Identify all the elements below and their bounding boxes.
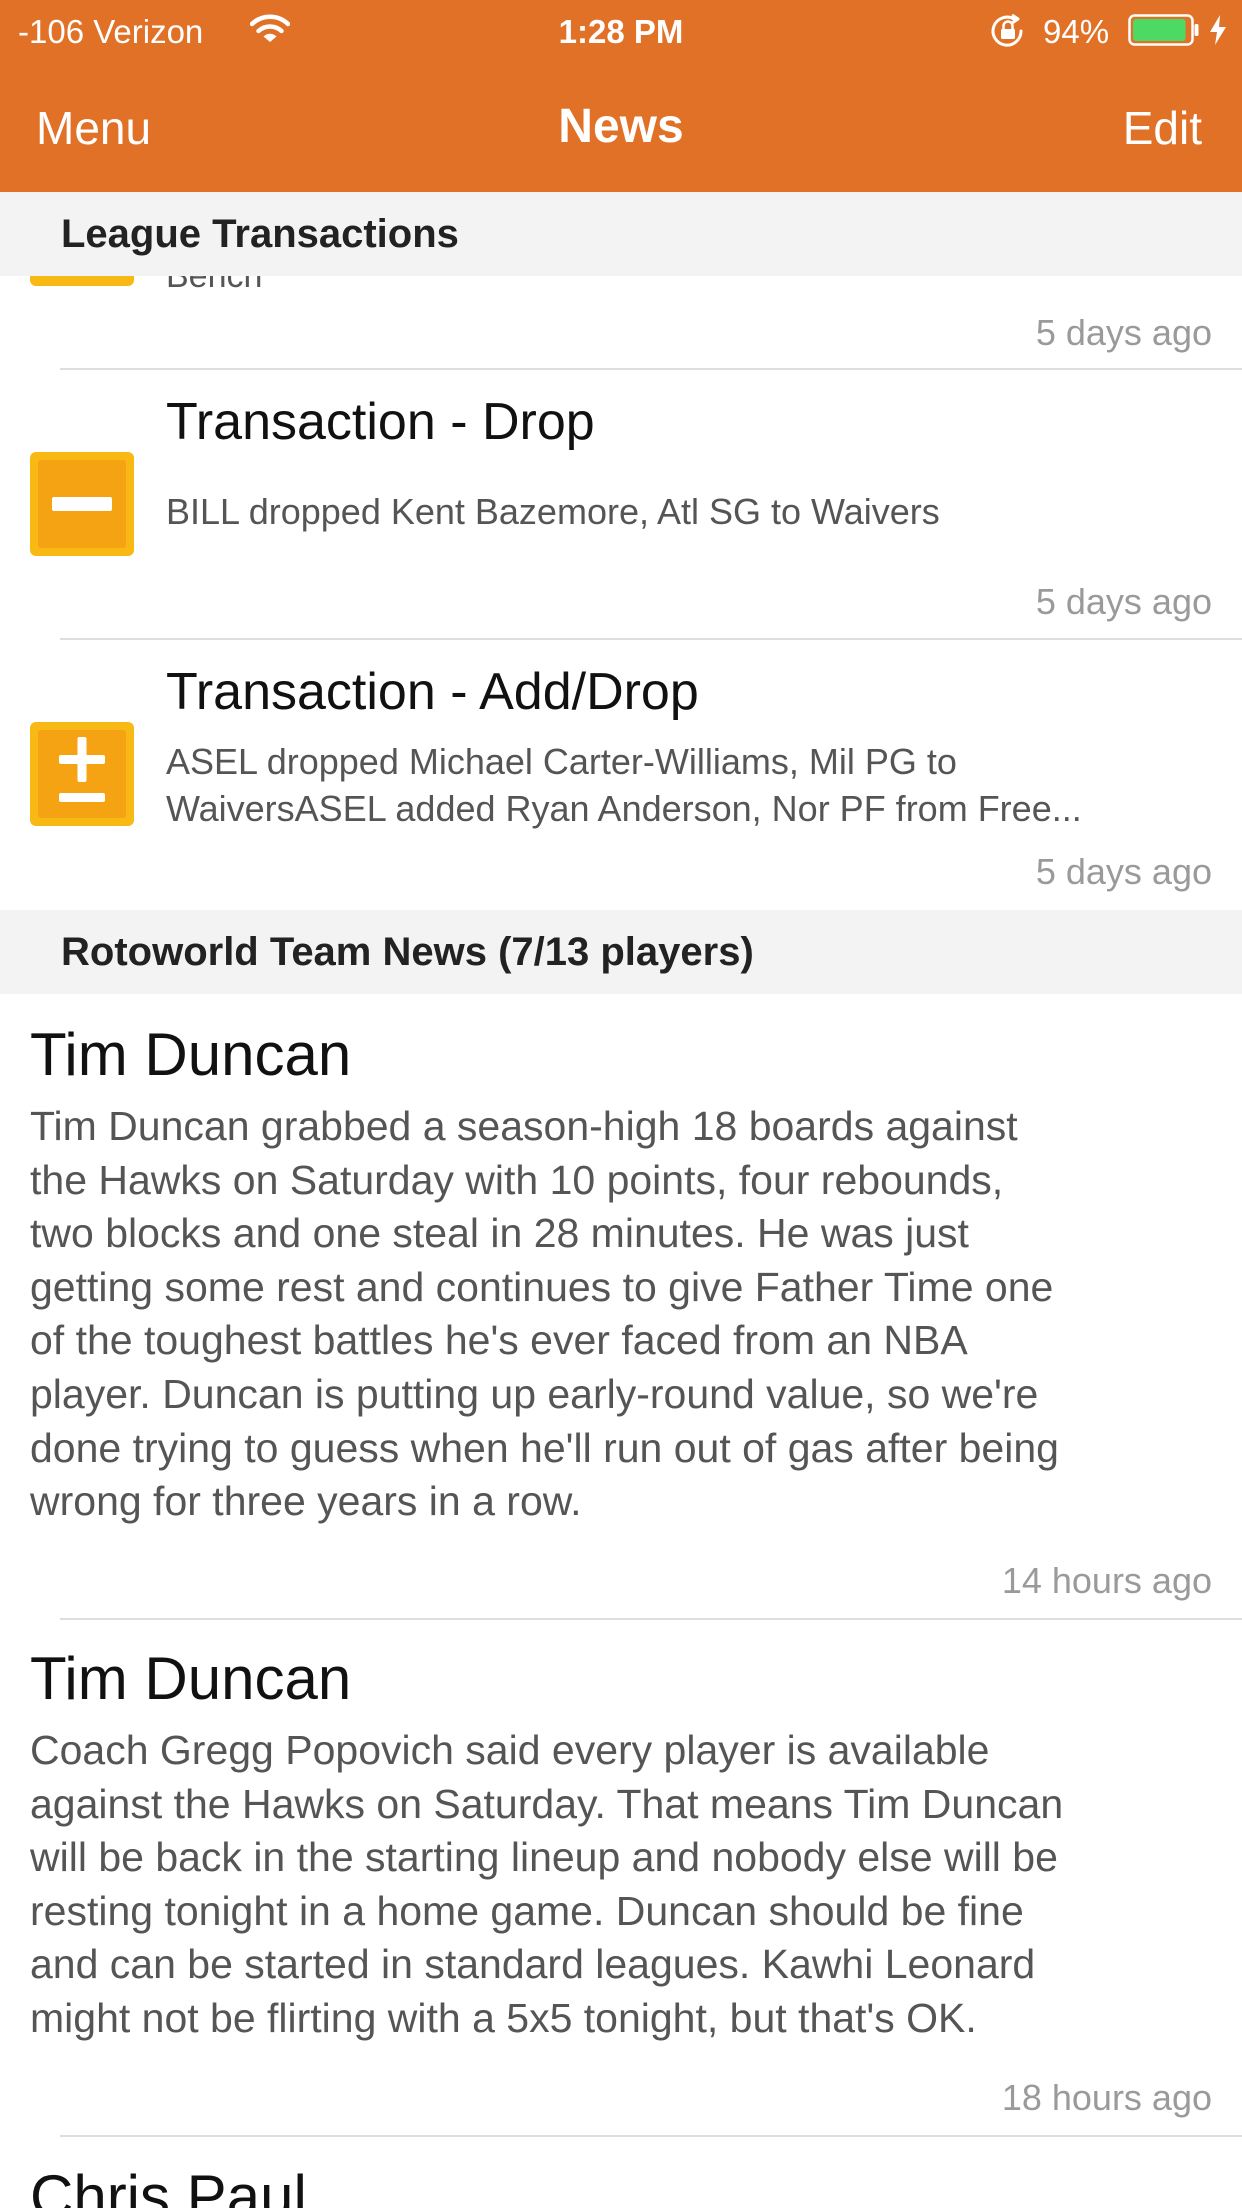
news-line: might not be flirting with a 5x5 tonight… (30, 1994, 977, 2041)
battery-percent-label: 94% (1043, 13, 1110, 50)
transaction-time: 5 days ago (1035, 312, 1212, 353)
news-line: resting tonight in a home game. Duncan s… (30, 1887, 1024, 1934)
player-name: Chris Paul (30, 2163, 307, 2208)
news-line: done trying to guess when he'll run out … (30, 1424, 1059, 1471)
transaction-description-line: ASEL dropped Michael Carter-Williams, Mi… (166, 741, 957, 782)
player-name: Tim Duncan (30, 1021, 352, 1088)
news-screen: -106 Verizon 1:28 PM 94% Menu News Edit … (0, 0, 1242, 2208)
edit-button[interactable]: Edit (1123, 100, 1202, 156)
minus-icon (30, 452, 134, 556)
status-bar: -106 Verizon 1:28 PM 94% (0, 0, 1242, 60)
news-line: against the Hawks on Saturday. That mean… (30, 1780, 1064, 1827)
section-header-team-news: Rotoworld Team News (7/13 players) (0, 910, 1242, 994)
transaction-time: 5 days ago (1035, 851, 1212, 892)
news-line: wrong for three years in a row. (30, 1478, 582, 1525)
transaction-title: Transaction - Add/Drop (166, 663, 699, 721)
section-title: League Transactions (61, 212, 459, 256)
section-title: Rotoworld Team News (7/13 players) (61, 930, 754, 974)
news-line: getting some rest and continues to give … (30, 1263, 1054, 1310)
news-time: 14 hours ago (1001, 1560, 1212, 1601)
player-name: Tim Duncan (30, 1645, 352, 1712)
news-line: of the toughest battles he's ever faced … (30, 1317, 968, 1364)
transaction-description-line: WaiversASEL added Ryan Anderson, Nor PF … (166, 788, 1082, 829)
news-body: Coach Gregg Popovich said every player i… (30, 1724, 1220, 2046)
battery-icon (1128, 14, 1200, 51)
transaction-description: ASEL dropped Michael Carter-Williams, Mi… (166, 738, 1186, 832)
news-body: Tim Duncan grabbed a season-high 18 boar… (30, 1100, 1220, 1529)
plus-minus-icon (30, 722, 134, 826)
top-bar: -106 Verizon 1:28 PM 94% Menu News Edit (0, 0, 1242, 192)
news-line: and can be started in standard leagues. … (30, 1941, 1036, 1988)
news-time: 18 hours ago (1001, 2077, 1212, 2118)
row-divider (60, 638, 1242, 640)
page-title: News (558, 100, 684, 153)
transaction-description: BILL dropped Kent Bazemore, Atl SG to Wa… (166, 491, 940, 532)
news-line: Coach Gregg Popovich said every player i… (30, 1727, 990, 1773)
news-line: two blocks and one steal in 28 minutes. … (30, 1210, 969, 1257)
transaction-time: 5 days ago (1035, 581, 1212, 622)
news-line: Tim Duncan grabbed a season-high 18 boar… (30, 1103, 1018, 1149)
section-header-league-transactions: League Transactions (0, 192, 1242, 276)
menu-button[interactable]: Menu (36, 100, 151, 156)
charging-bolt-icon (1208, 14, 1228, 51)
row-divider (60, 1618, 1242, 1620)
news-line: player. Duncan is putting up early-round… (30, 1370, 1039, 1417)
news-line: will be back in the starting lineup and … (30, 1834, 1058, 1881)
transaction-title: Transaction - Drop (166, 393, 595, 451)
row-divider (60, 368, 1242, 370)
orientation-lock-icon (990, 13, 1026, 53)
row-divider (60, 2135, 1242, 2137)
news-line: the Hawks on Saturday with 10 points, fo… (30, 1156, 1004, 1203)
